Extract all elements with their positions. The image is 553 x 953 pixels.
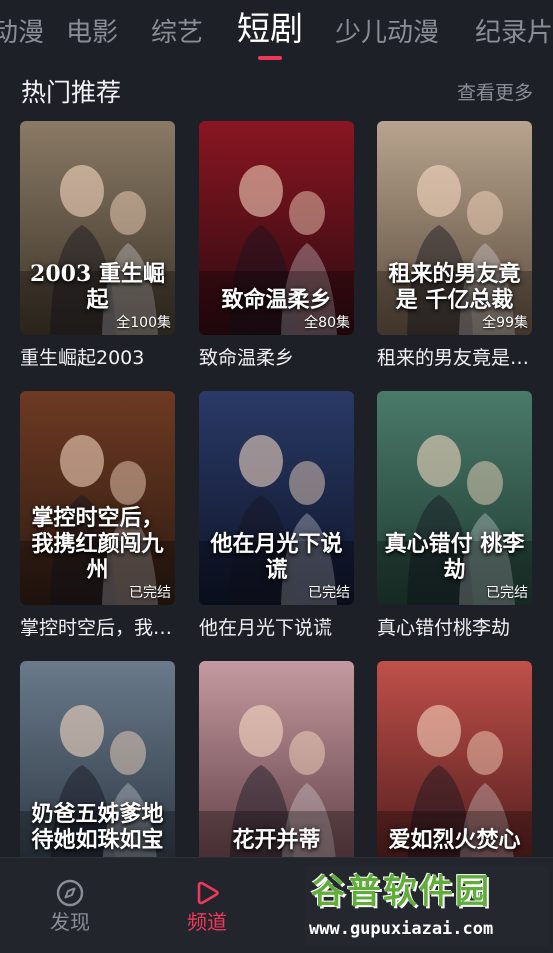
poster-title-art: 掌控时空后，我携红颜闯九州 <box>31 505 164 583</box>
tab-movie[interactable]: 电影 <box>66 14 118 52</box>
drama-title[interactable]: 真心错付桃李劫 <box>377 614 532 642</box>
drama-card[interactable]: 爱如烈火焚心 <box>377 661 532 875</box>
drama-card[interactable]: 奶爸五姊爹地 待她如珠如宝 <box>20 661 175 875</box>
drama-title[interactable]: 掌控时空后，我携红颜闯九州 <box>20 614 175 642</box>
episode-badge: 全99集 <box>482 315 528 331</box>
drama-card[interactable]: 掌控时空后，我携红颜闯九州已完结掌控时空后，我携红颜闯九州 <box>20 391 175 642</box>
tab-kids-anime[interactable]: 少儿动漫 <box>335 14 439 52</box>
poster-title-art: 真心错付 桃李劫 <box>384 531 525 583</box>
poster-image[interactable]: 花开并蒂 <box>199 661 354 875</box>
nav-item-discover[interactable]: 发现 <box>10 858 130 953</box>
watermark-url: www.gupuxiazai.com <box>309 919 494 939</box>
poster-image[interactable]: 奶爸五姊爹地 待她如珠如宝 <box>20 661 175 875</box>
poster-image[interactable]: 2003 重生崛起全100集 <box>20 121 175 335</box>
poster-image[interactable]: 致命温柔乡全80集 <box>199 121 354 335</box>
drama-card[interactable]: 他在月光下说谎 已完结 他在月光下说谎 <box>199 391 354 642</box>
active-tab-indicator <box>258 56 282 60</box>
poster-image[interactable]: 掌控时空后，我携红颜闯九州已完结 <box>20 391 175 605</box>
drama-card[interactable]: 致命温柔乡 全80集 致命温柔乡 <box>199 121 354 372</box>
drama-title[interactable]: 致命温柔乡 <box>199 344 354 372</box>
episode-badge: 已完结 <box>486 585 528 601</box>
poster-title-art: 租来的男友竟是 千亿总裁 <box>388 261 521 313</box>
drama-title[interactable]: 他在月光下说谎 <box>199 614 354 642</box>
poster-image[interactable]: 他在月光下说谎已完结 <box>199 391 354 605</box>
poster-title-art: 花开并蒂 <box>232 827 321 853</box>
poster-title-art: 2003 重生崛起 <box>30 261 165 313</box>
watermark-logo-text: 谷普软件园 <box>311 872 491 912</box>
episode-badge: 全100集 <box>116 315 171 331</box>
drama-title[interactable]: 重生崛起2003 <box>20 344 175 372</box>
category-tabs: 动漫 电影 综艺 短剧 少儿动漫 纪录片 <box>0 0 553 70</box>
watermark-logo: 谷普软件园 www.gupuxiazai.com <box>305 866 549 946</box>
nav-label-channel: 频道 <box>187 910 227 934</box>
poster-image[interactable]: 爱如烈火焚心 <box>377 661 532 875</box>
poster-image[interactable]: 租来的男友竟是 千亿总裁全99集 <box>377 121 532 335</box>
tab-variety[interactable]: 综艺 <box>151 14 203 52</box>
view-more-link[interactable]: 查看更多 <box>457 79 533 107</box>
episode-badge: 全80集 <box>304 315 350 331</box>
episode-badge: 已完结 <box>129 585 171 601</box>
play-icon <box>197 881 219 905</box>
poster-image[interactable]: 真心错付 桃李劫已完结 <box>377 391 532 605</box>
poster-title-art: 他在月光下说谎 <box>210 531 343 583</box>
tab-anime[interactable]: 动漫 <box>0 14 44 52</box>
section-title: 热门推荐 <box>21 78 122 107</box>
drama-title[interactable]: 租来的男友竟是千亿总裁 <box>377 344 532 372</box>
poster-title-art: 爱如烈火焚心 <box>388 827 521 853</box>
drama-card[interactable]: 2003 重生崛起全100集重生崛起2003 <box>20 121 175 372</box>
episode-badge: 已完结 <box>308 585 350 601</box>
poster-title-art: 奶爸五姊爹地 待她如珠如宝 <box>31 801 164 853</box>
drama-card[interactable]: 真心错付 桃李劫已完结真心错付桃李劫 <box>377 391 532 642</box>
tab-documentary[interactable]: 纪录片 <box>475 14 553 52</box>
nav-item-channel[interactable]: 频道 <box>147 858 267 953</box>
drama-card[interactable]: 租来的男友竟是 千亿总裁全99集租来的男友竟是千亿总裁 <box>377 121 532 372</box>
drama-card[interactable]: 花开并蒂 <box>199 661 354 875</box>
poster-title-art: 致命温柔乡 <box>221 287 332 313</box>
nav-label-discover: 发现 <box>50 910 90 934</box>
compass-icon <box>56 879 84 907</box>
app-root: 动漫 电影 综艺 短剧 少儿动漫 纪录片 热门推荐 查看更多 2003 重生崛起… <box>0 0 553 953</box>
tab-short-drama[interactable]: 短剧 <box>237 10 303 48</box>
